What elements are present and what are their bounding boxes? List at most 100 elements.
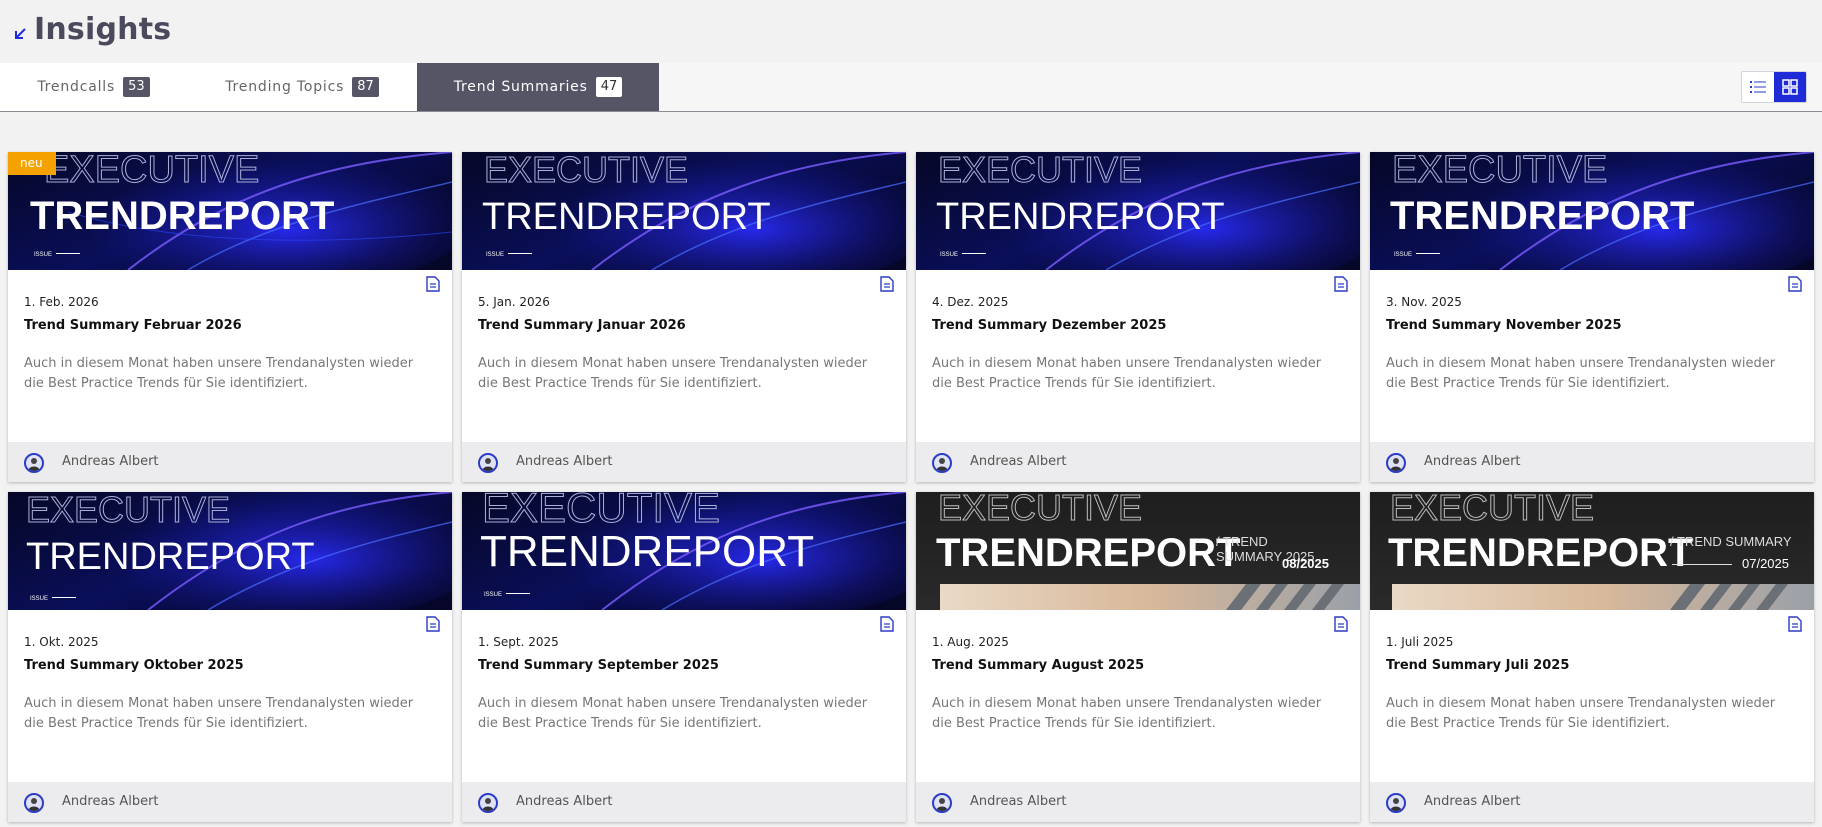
svg-text:EXECUTIVE: EXECUTIVE [484, 152, 688, 190]
svg-text:ISSUE: ISSUE [34, 252, 52, 258]
card-description: Auch in diesem Monat haben unsere Trenda… [1386, 356, 1776, 391]
list-view-button[interactable] [1742, 72, 1774, 102]
trend-summary-card[interactable]: EXECUTIVE TRENDREPORT ISSUE 4. Dez. 2025… [916, 152, 1360, 482]
svg-text:ISSUE: ISSUE [30, 596, 48, 602]
card-footer: Andreas Albert [1370, 782, 1814, 822]
trend-summary-card[interactable]: EXECUTIVE TRENDREPORT ISSUE 3. Nov. 2025… [1370, 152, 1814, 482]
card-description: Auch in diesem Monat haben unsere Trenda… [24, 696, 414, 731]
document-icon[interactable] [880, 616, 894, 632]
avatar [478, 793, 498, 813]
card-date: 5. Jan. 2026 [478, 295, 550, 309]
svg-text:TRENDREPORT: TRENDREPORT [936, 531, 1240, 575]
avatar [24, 793, 44, 813]
card-date: 4. Dez. 2025 [932, 295, 1009, 309]
tab-trend-summaries[interactable]: Trend Summaries 47 [417, 63, 659, 111]
avatar [1386, 793, 1406, 813]
card-title: Trend Summary November 2025 [1386, 318, 1622, 333]
author-name: Andreas Albert [62, 794, 159, 809]
document-icon[interactable] [426, 616, 440, 632]
document-icon[interactable] [1788, 276, 1802, 292]
svg-text:EXECUTIVE: EXECUTIVE [938, 152, 1142, 190]
svg-text:ISSUE: ISSUE [940, 252, 958, 258]
svg-text:EXECUTIVE: EXECUTIVE [1390, 492, 1594, 528]
avatar [24, 453, 44, 473]
tab-trendcalls[interactable]: Trendcalls 53 [0, 63, 187, 111]
card-footer: Andreas Albert [8, 782, 452, 822]
card-date: 1. Aug. 2025 [932, 635, 1009, 649]
card-cover-image: EXECUTIVE TRENDREPORT / TREND SUMMARY 20… [916, 492, 1360, 610]
trend-summary-card[interactable]: EXECUTIVE TRENDREPORT ISSUE 5. Jan. 2026… [462, 152, 906, 482]
card-date: 1. Okt. 2025 [24, 635, 99, 649]
grid-view-button[interactable] [1774, 72, 1806, 102]
svg-text:TRENDREPORT: TRENDREPORT [26, 536, 315, 578]
svg-text:/ TREND: / TREND [1216, 534, 1268, 549]
card-cover-image: EXECUTIVE TRENDREPORT / TREND SUMMARY 07… [1370, 492, 1814, 610]
svg-text:ISSUE: ISSUE [486, 252, 504, 258]
card-date: 1. Sept. 2025 [478, 635, 559, 649]
tab-trending-topics[interactable]: Trending Topics 87 [187, 63, 417, 111]
svg-text:EXECUTIVE: EXECUTIVE [44, 152, 259, 191]
trend-summary-card[interactable]: EXECUTIVE TRENDREPORT ISSUE 1. Sept. 202… [462, 492, 906, 822]
author-name: Andreas Albert [516, 794, 613, 809]
svg-text:TRENDREPORT: TRENDREPORT [482, 196, 771, 238]
card-footer: Andreas Albert [916, 782, 1360, 822]
author-name: Andreas Albert [516, 454, 613, 469]
card-cover-image: EXECUTIVE TRENDREPORT ISSUE [462, 152, 906, 270]
card-footer: Andreas Albert [1370, 442, 1814, 482]
card-cover-image: EXECUTIVE TRENDREPORT ISSUE [8, 492, 452, 610]
svg-text:TRENDREPORT: TRENDREPORT [936, 196, 1225, 238]
grid-icon [1782, 79, 1798, 95]
card-cover-image: EXECUTIVE TRENDREPORT ISSUE [8, 152, 452, 270]
tab-bar: Trendcalls 53 Trending Topics 87 Trend S… [0, 63, 1822, 112]
card-description: Auch in diesem Monat haben unsere Trenda… [24, 356, 414, 391]
author-name: Andreas Albert [1424, 454, 1521, 469]
trend-summary-card[interactable]: EXECUTIVE TRENDREPORT / TREND SUMMARY 07… [1370, 492, 1814, 822]
svg-text:/ TREND SUMMARY: / TREND SUMMARY [1670, 534, 1792, 549]
card-description: Auch in diesem Monat haben unsere Trenda… [932, 356, 1322, 391]
card-date: 3. Nov. 2025 [1386, 295, 1462, 309]
author-name: Andreas Albert [970, 794, 1067, 809]
card-footer: Andreas Albert [462, 782, 906, 822]
card-footer: Andreas Albert [916, 442, 1360, 482]
author-name: Andreas Albert [62, 454, 159, 469]
svg-text:08/2025: 08/2025 [1282, 556, 1329, 571]
view-toggle [1741, 71, 1807, 103]
svg-text:TRENDREPORT: TRENDREPORT [30, 194, 334, 238]
document-icon[interactable] [1788, 616, 1802, 632]
svg-text:EXECUTIVE: EXECUTIVE [26, 492, 230, 530]
svg-text:ISSUE: ISSUE [484, 592, 502, 598]
list-icon [1750, 81, 1766, 93]
arrow-down-left-icon[interactable] [12, 26, 28, 42]
tab-label: Trending Topics [225, 79, 345, 95]
card-cover-image: EXECUTIVE TRENDREPORT ISSUE [1370, 152, 1814, 270]
document-icon[interactable] [1334, 276, 1348, 292]
card-title: Trend Summary Februar 2026 [24, 318, 242, 333]
card-title: Trend Summary Oktober 2025 [24, 658, 244, 673]
trend-summary-card[interactable]: EXECUTIVE TRENDREPORT / TREND SUMMARY 20… [916, 492, 1360, 822]
card-footer: Andreas Albert [462, 442, 906, 482]
document-icon[interactable] [880, 276, 894, 292]
card-description: Auch in diesem Monat haben unsere Trenda… [1386, 696, 1776, 731]
tab-count-badge: 87 [352, 77, 379, 97]
svg-text:ISSUE: ISSUE [1394, 252, 1412, 258]
card-cover-image: EXECUTIVE TRENDREPORT ISSUE [462, 492, 906, 610]
card-title: Trend Summary Dezember 2025 [932, 318, 1167, 333]
page-title: Insights [34, 12, 172, 47]
card-title: Trend Summary Juli 2025 [1386, 658, 1570, 673]
card-title: Trend Summary August 2025 [932, 658, 1145, 673]
card-description: Auch in diesem Monat haben unsere Trenda… [478, 696, 868, 731]
svg-text:EXECUTIVE: EXECUTIVE [938, 492, 1142, 528]
svg-text:EXECUTIVE: EXECUTIVE [482, 492, 720, 531]
svg-text:TRENDREPORT: TRENDREPORT [480, 527, 814, 576]
new-badge: neu [8, 152, 56, 175]
avatar [932, 793, 952, 813]
svg-text:07/2025: 07/2025 [1742, 556, 1789, 571]
card-description: Auch in diesem Monat haben unsere Trenda… [478, 356, 868, 391]
page-header: Insights [0, 0, 1822, 62]
card-date: 1. Juli 2025 [1386, 635, 1454, 649]
trend-summary-card[interactable]: EXECUTIVE TRENDREPORT ISSUE 1. Okt. 2025… [8, 492, 452, 822]
document-icon[interactable] [426, 276, 440, 292]
document-icon[interactable] [1334, 616, 1348, 632]
trend-summary-card[interactable]: EXECUTIVE TRENDREPORT ISSUE neu 1. Feb. … [8, 152, 452, 482]
tab-label: Trendcalls [37, 79, 116, 95]
